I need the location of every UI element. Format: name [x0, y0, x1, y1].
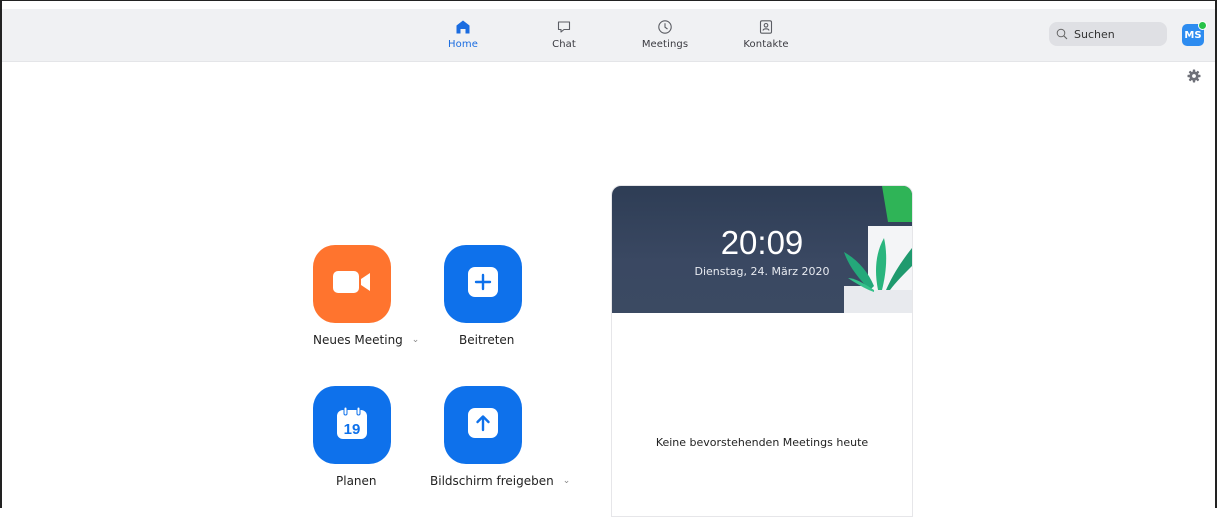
clock-header: 20:09 Dienstag, 24. März 2020	[612, 186, 912, 313]
tab-meetings-label: Meetings	[641, 39, 689, 50]
chat-icon	[554, 17, 574, 37]
contacts-icon	[756, 17, 776, 37]
current-date: Dienstag, 24. März 2020	[694, 265, 830, 278]
tab-home-label: Home	[448, 39, 478, 50]
plus-icon	[467, 266, 499, 302]
share-screen-button[interactable]	[444, 386, 522, 464]
tab-kontakte-label: Kontakte	[743, 39, 789, 50]
no-meetings-message: Keine bevorstehenden Meetings heute	[655, 436, 869, 449]
chevron-down-icon[interactable]: ⌄	[412, 335, 420, 345]
tab-kontakte[interactable]: Kontakte	[731, 9, 801, 61]
chevron-down-icon[interactable]: ⌄	[563, 476, 571, 486]
share-screen-label-row: Bildschirm freigeben ⌄	[430, 474, 570, 488]
search-icon	[1056, 28, 1068, 40]
new-meeting-label: Neues Meeting	[313, 333, 403, 347]
home-icon	[453, 17, 473, 37]
tab-home[interactable]: Home	[428, 9, 498, 61]
online-status-dot	[1198, 21, 1207, 30]
join-label: Beitreten	[459, 333, 515, 347]
new-meeting-label-row: Neues Meeting ⌄	[313, 333, 419, 347]
gear-icon[interactable]	[1186, 68, 1202, 84]
top-nav-bar: Home Chat Meetings Kontakte Suchen MS	[2, 9, 1215, 62]
user-avatar[interactable]: MS	[1182, 21, 1207, 46]
current-time: 20:09	[720, 224, 804, 261]
calendar-day: 19	[344, 421, 361, 438]
search-input[interactable]: Suchen	[1049, 22, 1167, 46]
schedule-label: Planen	[336, 474, 377, 488]
arrow-up-icon	[467, 407, 499, 443]
schedule-button[interactable]: 19	[313, 386, 391, 464]
upcoming-meetings-panel: 20:09 Dienstag, 24. März 2020 Keine bevo…	[611, 185, 913, 517]
clock-icon	[655, 17, 675, 37]
avatar-initials: MS	[1184, 29, 1202, 41]
tab-chat[interactable]: Chat	[529, 9, 599, 61]
new-meeting-button[interactable]	[313, 245, 391, 323]
video-camera-icon	[332, 269, 372, 299]
calendar-icon: 19	[336, 406, 368, 444]
search-placeholder: Suchen	[1074, 27, 1115, 41]
join-button[interactable]	[444, 245, 522, 323]
app-window-frame	[0, 0, 1217, 508]
share-screen-label: Bildschirm freigeben	[430, 474, 554, 488]
tab-chat-label: Chat	[552, 39, 576, 50]
tab-meetings[interactable]: Meetings	[630, 9, 700, 61]
